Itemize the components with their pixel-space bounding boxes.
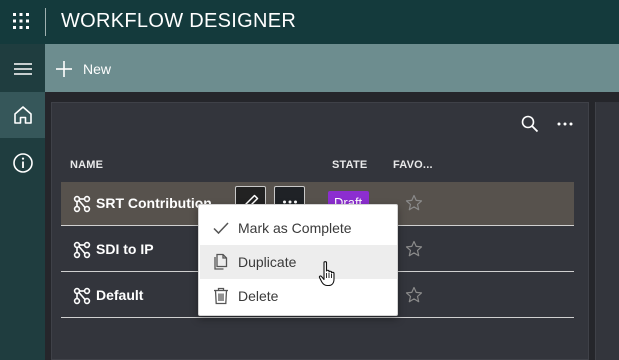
column-header-state[interactable]: STATE — [332, 159, 367, 171]
workflow-name[interactable]: Default — [96, 287, 143, 303]
trash-icon — [214, 287, 228, 305]
nav-home-button[interactable] — [0, 92, 45, 138]
workflow-icon — [73, 241, 91, 259]
workflow-name[interactable]: SRT Contribution — [96, 195, 212, 211]
menu-item-mark-complete[interactable]: Mark as Complete — [200, 211, 397, 245]
search-icon[interactable] — [520, 114, 540, 134]
star-icon[interactable] — [405, 194, 423, 212]
workflow-icon — [73, 287, 91, 305]
plus-icon — [56, 61, 72, 77]
workflow-name[interactable]: SDI to IP — [96, 241, 154, 257]
home-icon — [13, 106, 32, 124]
app-title: WORKFLOW DESIGNER — [61, 10, 297, 32]
menu-item-label: Mark as Complete — [238, 220, 352, 236]
menu-item-label: Delete — [238, 288, 279, 304]
waffle-icon[interactable] — [12, 12, 30, 30]
nav-info-button[interactable] — [0, 140, 45, 186]
new-button-label: New — [83, 61, 112, 77]
workflow-icon — [73, 195, 91, 213]
context-menu: Mark as Complete Duplicate Delete — [198, 204, 398, 316]
column-header-name[interactable]: NAME — [70, 159, 103, 171]
star-icon[interactable] — [405, 240, 423, 258]
info-icon — [12, 153, 33, 173]
topbar-divider — [45, 8, 46, 36]
details-panel — [595, 102, 619, 360]
new-button[interactable]: New — [55, 56, 111, 82]
hamburger-icon — [13, 63, 32, 75]
menu-item-delete[interactable]: Delete — [200, 279, 397, 313]
hand-cursor-icon — [318, 261, 335, 287]
left-nav — [0, 44, 45, 360]
command-bar: New — [45, 44, 619, 92]
checkmark-icon — [213, 222, 229, 235]
top-bar: WORKFLOW DESIGNER — [0, 0, 619, 44]
column-header-favorite[interactable]: FAVO... — [393, 159, 433, 171]
menu-item-duplicate[interactable]: Duplicate — [200, 245, 397, 279]
star-icon[interactable] — [405, 286, 423, 304]
menu-item-label: Duplicate — [238, 254, 297, 270]
copy-icon — [214, 253, 228, 270]
more-options-icon[interactable] — [555, 114, 575, 134]
nav-menu-button[interactable] — [0, 46, 45, 92]
